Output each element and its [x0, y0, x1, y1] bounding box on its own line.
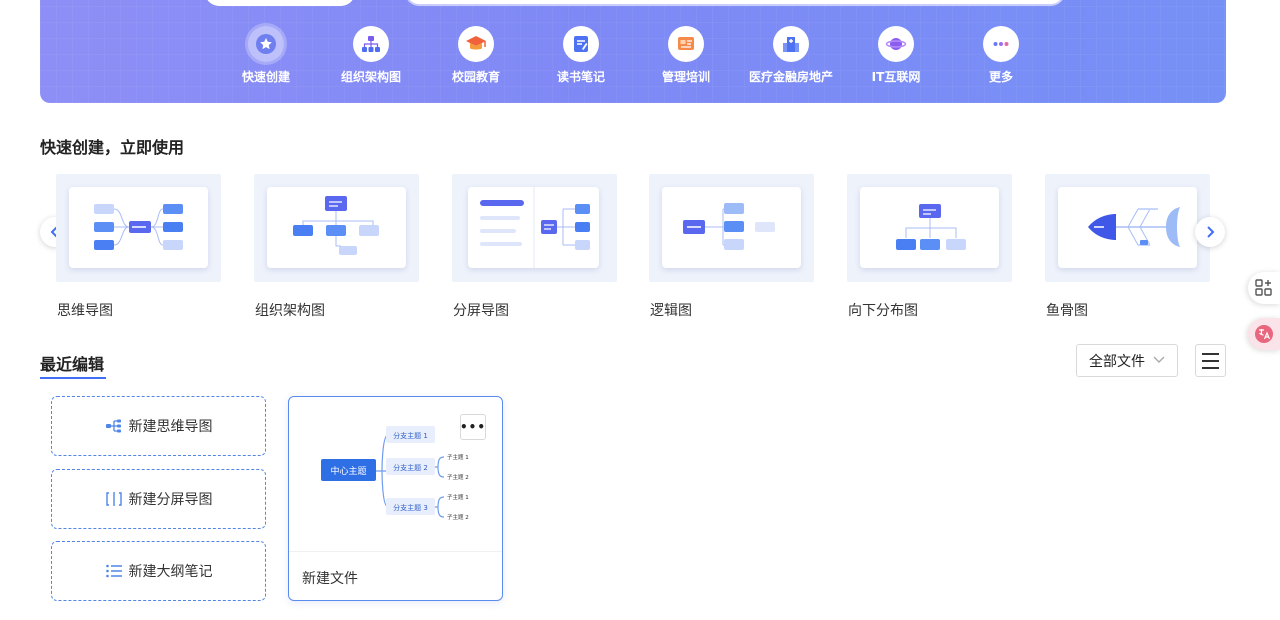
more-dots-icon	[983, 26, 1019, 62]
category-nav: 快速创建 组织架构图 校园教育 读书笔记 管理培训 医疗金融房地产 IT互联网 …	[40, 26, 1226, 86]
translate-button[interactable]	[1248, 318, 1280, 350]
org-chart-icon	[353, 26, 389, 62]
menu-icon-line	[1202, 366, 1219, 369]
graduation-cap-icon	[458, 26, 494, 62]
outline-list-icon	[105, 564, 122, 578]
category-campus[interactable]: 校园教育	[421, 26, 531, 85]
menu-icon	[1202, 352, 1219, 355]
template-name: 逻辑图	[650, 303, 692, 319]
banner-tab-pill[interactable]	[205, 0, 355, 6]
preview-subtopic: 子主题 2	[447, 513, 469, 521]
notebook-icon	[563, 26, 599, 62]
preview-subtopic: 子主题 1	[447, 493, 469, 501]
more-horizontal-icon: •••	[460, 420, 487, 434]
preview-branch: 分支主题 2	[393, 463, 428, 472]
list-view-button[interactable]	[1195, 344, 1226, 377]
recent-file-card[interactable]: 中心主题 分支主题 1 分支主题 2 分支主题 3 子主题 1 子主题 2 子主…	[288, 396, 503, 601]
preview-branch: 分支主题 3	[393, 503, 428, 512]
org-chart-thumbnail	[254, 174, 419, 282]
split-map-thumbnail	[452, 174, 617, 282]
category-quick-create[interactable]: 快速创建	[211, 26, 321, 85]
category-label: IT互联网	[871, 70, 921, 84]
category-reading-notes[interactable]: 读书笔记	[526, 26, 636, 85]
button-label: 新建分屏导图	[128, 492, 213, 508]
category-banner: 快速创建 组织架构图 校园教育 读书笔记 管理培训 医疗金融房地产 IT互联网 …	[40, 0, 1226, 103]
preview-subtopic: 子主题 2	[447, 473, 469, 481]
template-logic-chart[interactable]: 逻辑图	[649, 174, 814, 320]
logic-chart-thumbnail	[649, 174, 814, 282]
fishbone-thumbnail	[1045, 174, 1210, 282]
quick-create-title: 快速创建，立即使用	[40, 138, 185, 157]
star-badge-icon	[248, 26, 284, 62]
new-outline-note-button[interactable]: 新建大纲笔记	[51, 541, 266, 601]
template-name: 组织架构图	[255, 303, 325, 319]
category-label: 管理培训	[661, 70, 710, 84]
chevron-down-icon	[1153, 354, 1165, 367]
button-label: 新建大纲笔记	[128, 564, 213, 580]
category-label: 医疗金融房地产	[748, 70, 833, 84]
preview-subtopic: 子主题 1	[447, 453, 469, 461]
category-more[interactable]: 更多	[946, 26, 1056, 85]
template-mind-map[interactable]: 思维导图	[56, 174, 221, 320]
carousel-next-button[interactable]	[1195, 217, 1225, 247]
recent-tab-underline	[40, 377, 106, 379]
split-screen-icon	[105, 492, 122, 506]
button-label: 新建思维导图	[128, 419, 213, 435]
preview-branch: 分支主题 1	[393, 431, 428, 440]
category-management[interactable]: 管理培训	[631, 26, 741, 85]
file-filter-dropdown[interactable]: 全部文件	[1076, 344, 1178, 377]
mind-map-icon	[105, 419, 121, 433]
category-label: 组织架构图	[340, 70, 401, 84]
category-label: 快速创建	[241, 70, 290, 84]
category-label: 更多	[988, 70, 1013, 84]
presentation-icon	[668, 26, 704, 62]
planet-icon	[878, 26, 914, 62]
down-tree-thumbnail	[847, 174, 1012, 282]
grid-plus-icon	[1255, 279, 1272, 296]
template-org-chart[interactable]: 组织架构图	[254, 174, 419, 320]
new-split-map-button[interactable]: 新建分屏导图	[51, 469, 266, 529]
add-widget-button[interactable]	[1248, 272, 1280, 304]
building-icon	[773, 26, 809, 62]
menu-icon-line	[1202, 359, 1219, 362]
template-down-tree[interactable]: 向下分布图	[847, 174, 1012, 320]
template-name: 向下分布图	[848, 303, 918, 319]
mind-map-thumbnail	[56, 174, 221, 282]
chevron-right-icon	[1207, 226, 1215, 238]
category-it-internet[interactable]: IT互联网	[841, 26, 951, 85]
new-mind-map-button[interactable]: 新建思维导图	[51, 396, 266, 456]
filter-label: 全部文件	[1089, 353, 1145, 370]
template-fishbone[interactable]: 鱼骨图	[1045, 174, 1210, 320]
template-name: 分屏导图	[453, 303, 509, 319]
category-org-chart[interactable]: 组织架构图	[316, 26, 426, 85]
template-split-map[interactable]: 分屏导图	[452, 174, 617, 320]
active-category-caret	[256, 103, 274, 112]
recent-edits-title[interactable]: 最近编辑	[40, 351, 104, 375]
template-name: 思维导图	[57, 303, 113, 319]
preview-center-topic: 中心主题	[330, 465, 366, 477]
category-label: 校园教育	[451, 70, 500, 84]
file-more-options-button[interactable]: •••	[460, 414, 486, 440]
template-name: 鱼骨图	[1046, 303, 1088, 319]
file-name: 新建文件	[302, 571, 358, 587]
translate-icon	[1255, 325, 1273, 343]
category-medical-finance[interactable]: 医疗金融房地产	[736, 26, 846, 85]
category-label: 读书笔记	[556, 70, 605, 84]
search-input[interactable]	[405, 0, 1065, 6]
